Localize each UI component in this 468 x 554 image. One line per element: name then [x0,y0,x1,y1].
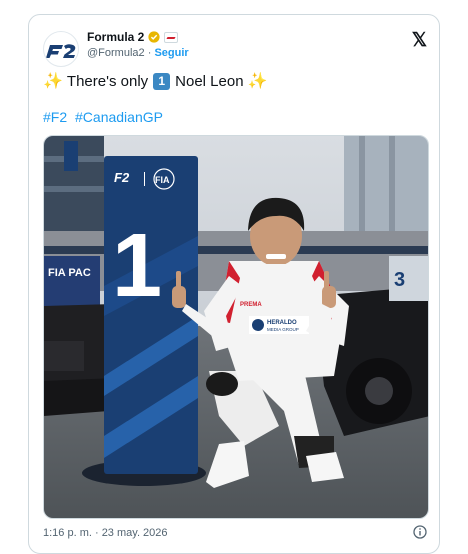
sparkles-icon: ✨ [43,73,63,90]
handle-row: @Formula2 · Seguir [87,47,189,59]
car-number: 3 [394,269,405,291]
handle[interactable]: @Formula2 [87,47,145,59]
board-f2-logo: F2 [114,170,130,185]
avatar[interactable] [43,31,79,67]
verified-badge-icon [148,31,160,43]
suit-sponsor-sub: MEDIA GROUP [267,327,299,332]
photo-illustration: FIA PAC 3 F2 FIA 1 HERALDO MEDIA GROUP P… [44,136,428,518]
text-before: There's only [66,72,149,90]
timestamp[interactable]: 1:16 p. m. · 23 may. 2026 [43,527,168,539]
x-logo-icon[interactable]: 𝕏 [412,29,427,52]
follow-button[interactable]: Seguir [154,47,188,59]
hashtags: #F2 #CanadianGP [43,109,167,125]
board-fia-logo: FIA [155,175,170,185]
sleeve-sponsor: PREMA [240,302,262,308]
wall-text: FIA PAC [48,267,91,279]
keycap-one-icon: 1 [153,72,171,90]
display-name[interactable]: Formula 2 [87,30,144,44]
tweet-card: Formula 2 @Formula2 · Seguir 𝕏 ✨ There's… [28,14,440,554]
separator: · [147,47,152,59]
suit-sponsor: HERALDO [267,320,297,326]
hashtag-f2[interactable]: #F2 [43,109,67,125]
board-number: 1 [112,216,162,316]
f2-logo-icon [46,44,76,58]
tweet-photo[interactable]: FIA PAC 3 F2 FIA 1 HERALDO MEDIA GROUP P… [43,135,429,519]
affiliate-badge-icon[interactable] [164,31,179,43]
sparkles-icon: ✨ [247,73,268,90]
name-row: Formula 2 [87,30,179,44]
tweet-text: ✨ There's only 1 Noel Leon ✨ [43,71,267,91]
text-after: Noel Leon [175,72,244,90]
hashtag-canadiangp[interactable]: #CanadianGP [75,109,163,125]
info-icon[interactable] [413,525,427,539]
